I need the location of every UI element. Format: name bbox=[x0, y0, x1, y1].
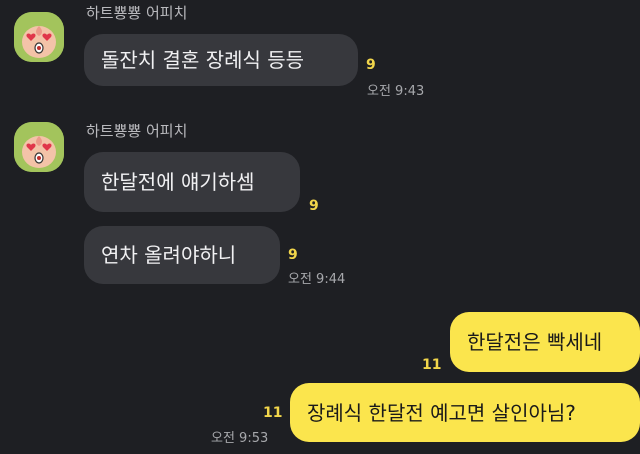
unread-count: 9 bbox=[309, 198, 319, 214]
unread-count: 9 bbox=[366, 57, 376, 73]
message-time: 오전 9:53 bbox=[211, 431, 269, 446]
unread-count: 9 bbox=[288, 247, 298, 263]
incoming-message-bubble[interactable]: 돌잔치 결혼 장례식 등등 bbox=[84, 34, 358, 86]
sender-avatar-icon[interactable] bbox=[14, 122, 64, 172]
sender-avatar-icon[interactable] bbox=[14, 12, 64, 62]
sender-name: 하트뿅뿅 어피치 bbox=[86, 122, 188, 140]
unread-count: 11 bbox=[422, 357, 442, 373]
outgoing-message-bubble[interactable]: 장례식 한달전 예고면 살인아님? bbox=[290, 383, 640, 442]
unread-count: 11 bbox=[263, 405, 283, 421]
outgoing-message-bubble[interactable]: 한달전은 빡세네 bbox=[450, 312, 640, 372]
sender-name: 하트뿅뿅 어피치 bbox=[86, 4, 188, 22]
message-time: 오전 9:43 bbox=[367, 84, 425, 99]
incoming-message-bubble[interactable]: 연차 올려야하니 bbox=[84, 226, 280, 284]
incoming-message-bubble[interactable]: 한달전에 얘기하셈 bbox=[84, 152, 300, 212]
message-time: 오전 9:44 bbox=[288, 272, 346, 287]
